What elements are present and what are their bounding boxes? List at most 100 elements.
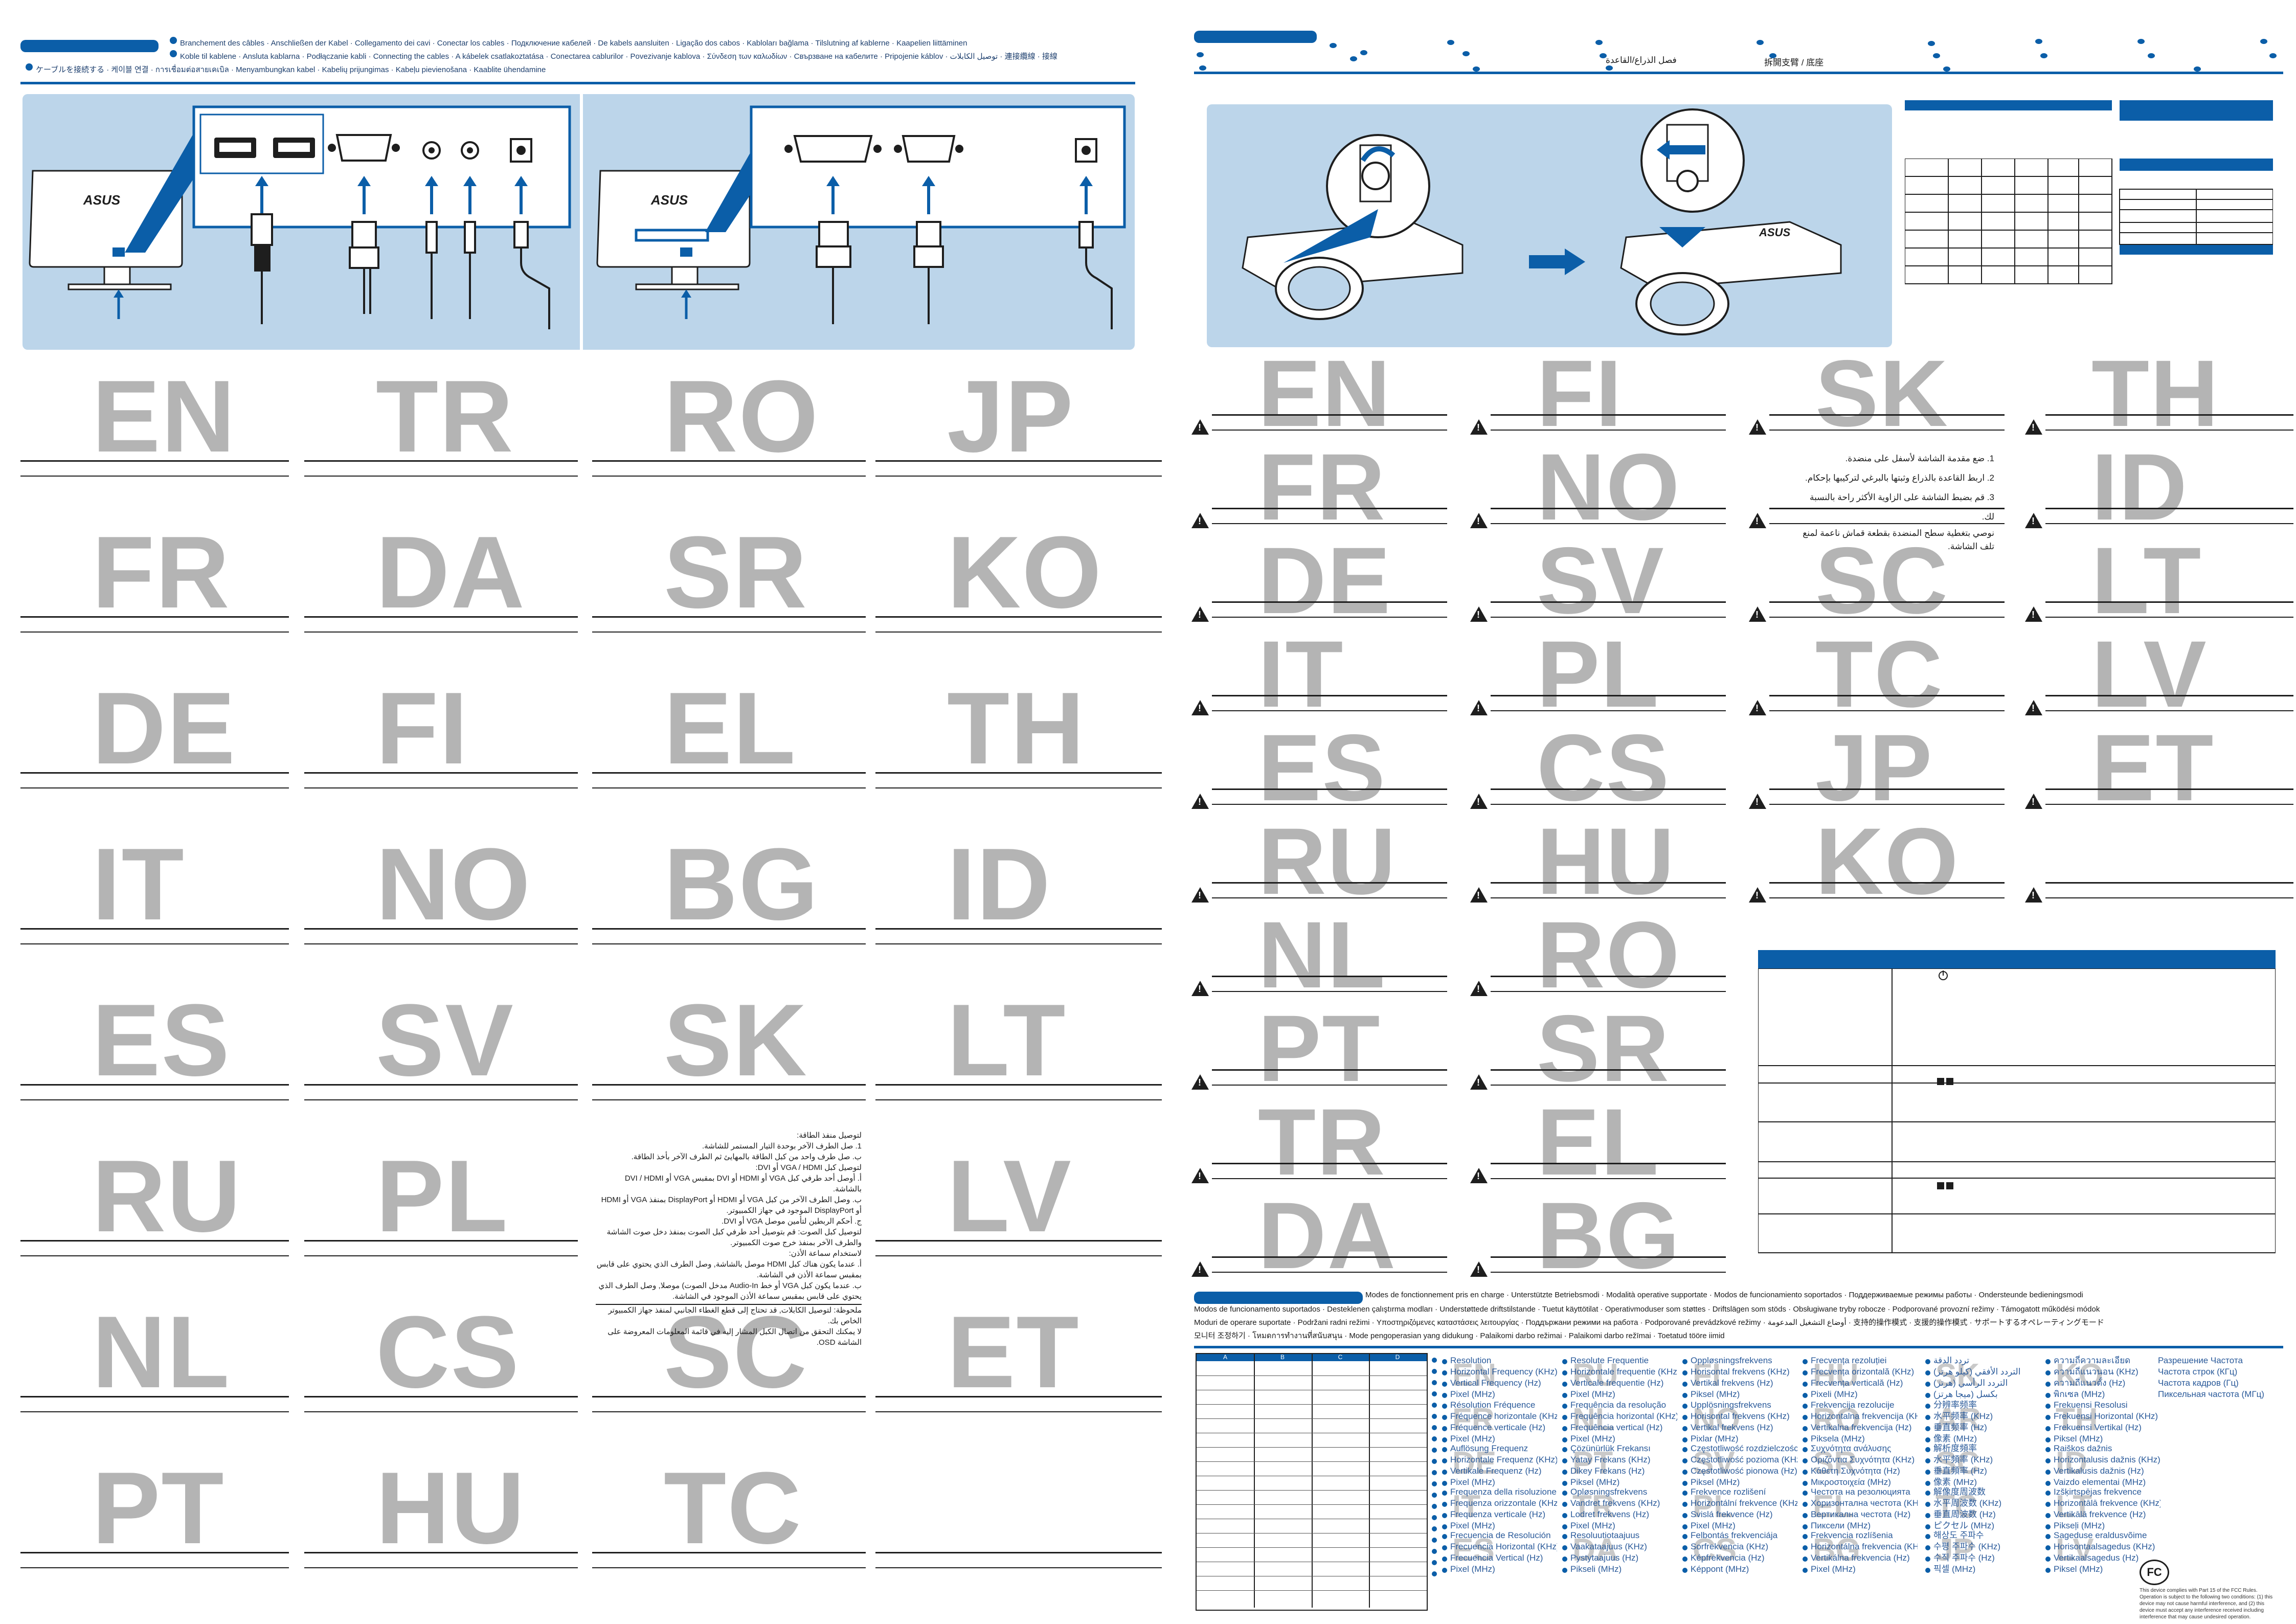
language-code-jp: JP [1815, 715, 1933, 821]
header-dot [1757, 40, 1764, 45]
spec-label: Вертикална честота (Hz) [1803, 1509, 1918, 1520]
bullet-icon [1925, 1447, 1930, 1452]
spec-label: تردد الدقة [1925, 1355, 2040, 1366]
text-rule [304, 772, 578, 774]
spec-label-text: 水平频率 (KHz) [1933, 1411, 1993, 1421]
spec-label-text: 수평 주파수 (KHz) [1933, 1542, 2001, 1551]
spec-label: Resoluutiotaajuus [1562, 1530, 1677, 1541]
bullet-icon [1925, 1393, 1930, 1398]
header-dot [1462, 51, 1470, 56]
bullet-icon [1562, 1545, 1567, 1550]
spec-label-text: Frequenza della risoluzione [1450, 1487, 1557, 1497]
arabic-cables-line: ج. أحكم الربطين لتأمين موصل VGA أو DVI. [722, 1217, 862, 1226]
text-rule [304, 1552, 578, 1553]
language-code-el: EL [664, 671, 797, 785]
spec-label-text: Frecuencia Vertical (Hz) [1450, 1553, 1543, 1563]
text-rule [304, 616, 578, 618]
spec-label-text: Pixeli (MHz) [1811, 1389, 1858, 1399]
spec-label-text: Resolute Frequentie [1570, 1356, 1649, 1365]
bullet-icon [1432, 1481, 1437, 1486]
bullet-icon [1432, 1380, 1437, 1385]
bullet-icon [1432, 1538, 1437, 1543]
text-rule [1491, 976, 1726, 977]
spec-label: Frecvența verticală (Hz) [1803, 1378, 1918, 1389]
spec-label-text: بكسل (ميجا هرتز) [1933, 1389, 1998, 1399]
spec-label: Pixel (MHz) [1803, 1564, 1918, 1575]
text-rule [1212, 897, 1447, 898]
bullet-icon [2045, 1447, 2051, 1452]
spec-label-text: Vaizdo elementai (MHz) [2054, 1477, 2146, 1487]
text-rule [875, 1255, 1162, 1256]
spec-label-text: Пиксели (MHz) [1811, 1521, 1871, 1530]
text-rule [1491, 430, 1726, 431]
warning-icon [1470, 419, 1488, 435]
text-rule [1769, 710, 2005, 711]
spec-label-text: Разрешение Частота [2158, 1356, 2243, 1365]
cables-header-line-2: Koble til kablene · Ansluta kablarna · P… [180, 52, 1057, 61]
spec-label: Vertikalusis dažnis (Hz) [2045, 1465, 2160, 1477]
language-code-da: DA [1258, 1183, 1397, 1289]
text-rule [875, 1240, 1162, 1242]
spec-label-text: Lodret frekvens (Hz) [1570, 1509, 1649, 1519]
language-code-ru: RU [1258, 809, 1397, 914]
spec-label-text: Vertikálna frekvencia (Hz) [1811, 1553, 1910, 1563]
text-rule [20, 1084, 289, 1086]
spec-label: Συχνότητα ανάλυσης [1803, 1443, 1918, 1454]
spec-label-text: Frequenza verticale (Hz) [1450, 1509, 1546, 1519]
fcc-logo: FC [2140, 1560, 2169, 1585]
spec-label-text: Sorfrekvencia (KHz) [1691, 1542, 1769, 1551]
text-rule [1212, 508, 1447, 509]
spec-label-text: พิกเซล (MHz) [2054, 1389, 2105, 1399]
spec-label: 垂直周波数 (Hz) [1925, 1509, 2040, 1520]
text-rule [1212, 1163, 1447, 1164]
bullet-icon [1682, 1502, 1687, 1507]
spec-label-text: Resoluutiotaajuus [1570, 1530, 1640, 1540]
cables-section-badge [20, 40, 159, 52]
cables-header-line-3: ケーブルを接続する · 케이블 연결 · การเชื่อมต่อสายเคเบ… [36, 65, 546, 74]
spec-label: Pixel (MHz) [1562, 1389, 1677, 1400]
spec-label-text: Piksel (MHz) [1691, 1389, 1740, 1399]
text-rule [592, 1567, 866, 1568]
text-rule [592, 460, 866, 462]
bullet-icon [2045, 1393, 2051, 1398]
bullet-icon [1562, 1382, 1567, 1387]
bullet-icon [1432, 1560, 1437, 1565]
text-rule [592, 1099, 866, 1100]
spec-labels: Résolution Fréquence Fréquence horizontal… [1442, 1400, 1557, 1445]
modes-header-cont: Modos de funcionamento suportados · Dest… [1194, 1303, 2278, 1343]
spec-label: 垂直频率 (Hz) [1925, 1422, 2040, 1433]
spec-label-text: Οριζόντια Συχνότητα (KHz) [1811, 1455, 1915, 1464]
spec-label: Felbontás frekvenciája [1682, 1530, 1797, 1541]
text-rule [1491, 897, 1726, 898]
text-rule [1491, 601, 1726, 603]
bullet-icon [1442, 1568, 1447, 1573]
power-cable-icon [513, 221, 550, 329]
spec-label-text: Pystytaajuus (Hz) [1570, 1553, 1639, 1563]
modes-row-divider [1197, 1375, 1427, 1376]
arabic-cables-line: لتوصيل منفذ الطاقة: [797, 1131, 862, 1140]
header-dot [1330, 43, 1337, 48]
bullet-icon [1925, 1458, 1930, 1463]
spec-label-text: Pikseļi (MHz) [2054, 1521, 2105, 1530]
text-rule [20, 1240, 289, 1242]
text-rule [1769, 695, 2005, 696]
warning-icon [1470, 794, 1488, 809]
bullet-icon [1562, 1404, 1567, 1409]
modes-col-header: D [1395, 1354, 1400, 1361]
header-dot [1943, 66, 1950, 72]
spec-label: Dikey Frekans (Hz) [1562, 1465, 1677, 1477]
bullet-icon [1442, 1415, 1447, 1420]
left-header-rule [20, 82, 1135, 84]
bullet-icon [1442, 1447, 1447, 1452]
spec-label: Çözünürlük Frekansı [1562, 1443, 1677, 1454]
spec-label: ความถี่แนวนอน (KHz) [2045, 1366, 2160, 1378]
language-code-de: DE [92, 671, 236, 785]
detach-diagram: ASUS [1242, 108, 1842, 335]
spec-label-text: Horizontal Frequency (KHz) [1450, 1367, 1557, 1377]
text-rule [1491, 1178, 1726, 1179]
vga-cable-icon [913, 221, 944, 324]
warning-icon [1470, 887, 1488, 903]
text-rule [304, 1411, 578, 1412]
spec-label-text: Horizontālā frekvence (KHz) [2054, 1498, 2160, 1508]
bullet-icon [1925, 1491, 1930, 1496]
